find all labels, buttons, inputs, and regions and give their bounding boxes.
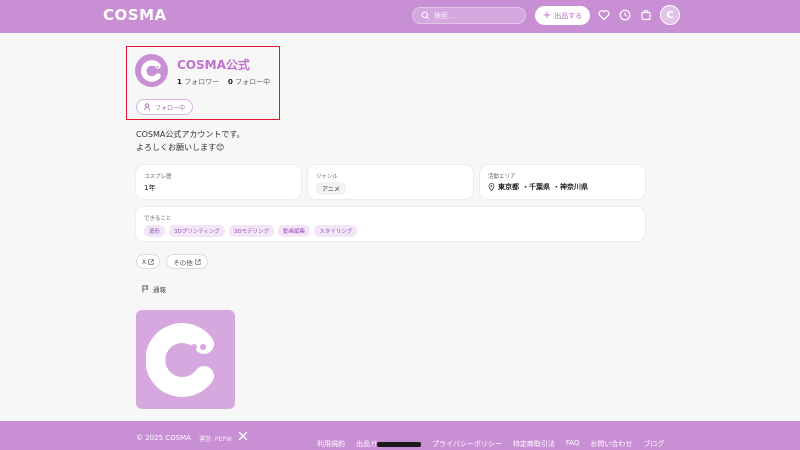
skill-tag: 動画編集: [278, 225, 311, 237]
genre-label: ジャンル: [316, 174, 338, 180]
heart-icon[interactable]: [598, 9, 610, 21]
search-input[interactable]: [434, 11, 524, 20]
cosma-logo[interactable]: COSMA: [103, 6, 167, 24]
location-pin-icon: [488, 183, 495, 191]
genre-tag: アニメ: [316, 182, 346, 195]
skills-card: できること 造形 3Dプリンティング 3Dモデリング 動画編集 スタイリング: [136, 207, 645, 241]
skills-list: 造形 3Dプリンティング 3Dモデリング 動画編集 スタイリング: [144, 225, 358, 237]
other-link-label: その他: [173, 258, 193, 267]
post-thumbnail[interactable]: [136, 310, 235, 409]
footer-link-privacy[interactable]: プライバシーポリシー: [432, 439, 502, 449]
footer-link-seller-guide[interactable]: 出品ガ: [356, 439, 421, 449]
area-item: ・千葉県: [522, 183, 550, 191]
report-button[interactable]: 通報: [142, 284, 166, 294]
profile-bio: COSMA公式アカウントです。 よろしくお願いします😊: [136, 128, 245, 154]
external-link-icon: [195, 258, 201, 265]
area-item: 東京都: [498, 183, 519, 191]
footer-link-faq[interactable]: FAQ: [566, 439, 580, 449]
user-avatar[interactable]: C: [660, 5, 680, 25]
follow-stats: 1 フォロワー 0 フォロー中: [177, 77, 270, 87]
redaction-bar: [377, 441, 421, 447]
search-box[interactable]: [412, 7, 526, 24]
x-logo-icon[interactable]: [238, 431, 248, 441]
report-label: 通報: [153, 286, 166, 294]
user-check-icon: [144, 103, 151, 111]
skill-tag: スタイリング: [314, 225, 358, 237]
footer-links: 利用規約 出品ガ プライバシーポリシー 特定商取引法 FAQ お問い合わせ ブロ…: [317, 439, 664, 449]
bio-line: よろしくお願いします😊: [136, 143, 225, 152]
follow-button[interactable]: フォロー中: [136, 99, 193, 115]
experience-value: 1年: [144, 184, 156, 192]
following-label[interactable]: フォロー中: [235, 78, 270, 86]
footer-link-blog[interactable]: ブログ: [643, 439, 664, 449]
followers-label[interactable]: フォロワー: [184, 78, 219, 86]
external-link-icon: [148, 258, 154, 265]
copyright-text: © 2025 COSMA: [136, 434, 191, 442]
area-label: 活動エリア: [488, 174, 516, 180]
skills-label: できること: [144, 216, 172, 222]
skill-tag: 3Dプリンティング: [169, 225, 225, 237]
cosma-mascot-icon: [140, 59, 161, 82]
site-footer: © 2025 COSMA 運営: PEPW 利用規約 出品ガ プライバシーポリシ…: [0, 421, 800, 450]
footer-link-terms[interactable]: 利用規約: [317, 439, 345, 449]
x-link-label: X: [141, 257, 147, 266]
flag-icon: [142, 285, 149, 293]
follow-button-label: フォロー中: [154, 104, 185, 112]
operator-text: 運営: PEPW: [199, 436, 232, 443]
profile-name: COSMA公式: [177, 58, 250, 72]
footer-link-seller-guide-label: 出品ガ: [356, 440, 377, 448]
footer-link-contact[interactable]: お問い合わせ: [590, 439, 632, 449]
shopping-bag-icon[interactable]: [640, 9, 652, 21]
post-item-button[interactable]: + 出品する: [535, 6, 590, 25]
cosma-mascot-icon: [145, 322, 214, 397]
following-count[interactable]: 0: [228, 78, 233, 86]
experience-label: コスプレ歴: [144, 174, 172, 180]
area-card: 活動エリア 東京都 ・千葉県 ・神奈川県: [480, 165, 645, 199]
skill-tag: 造形: [144, 225, 166, 237]
genre-card: ジャンル アニメ: [308, 165, 473, 199]
history-clock-icon[interactable]: [619, 9, 631, 21]
skill-tag: 3Dモデリング: [228, 225, 275, 237]
profile-avatar: [135, 54, 168, 87]
experience-card: コスプレ歴 1年: [136, 165, 301, 199]
bio-line: COSMA公式アカウントです。: [136, 130, 245, 139]
post-button-label: 出品する: [554, 11, 583, 20]
area-item: ・神奈川県: [553, 183, 588, 191]
top-header: COSMA + 出品する C: [0, 0, 800, 33]
area-list: 東京都 ・千葉県 ・神奈川県: [488, 182, 588, 192]
followers-count[interactable]: 1: [177, 78, 182, 86]
footer-link-commerce-law[interactable]: 特定商取引法: [513, 439, 555, 449]
plus-icon: +: [542, 9, 552, 21]
search-icon: [421, 11, 430, 20]
other-link-button[interactable]: その他: [166, 254, 208, 269]
x-link-button[interactable]: X: [136, 254, 160, 269]
